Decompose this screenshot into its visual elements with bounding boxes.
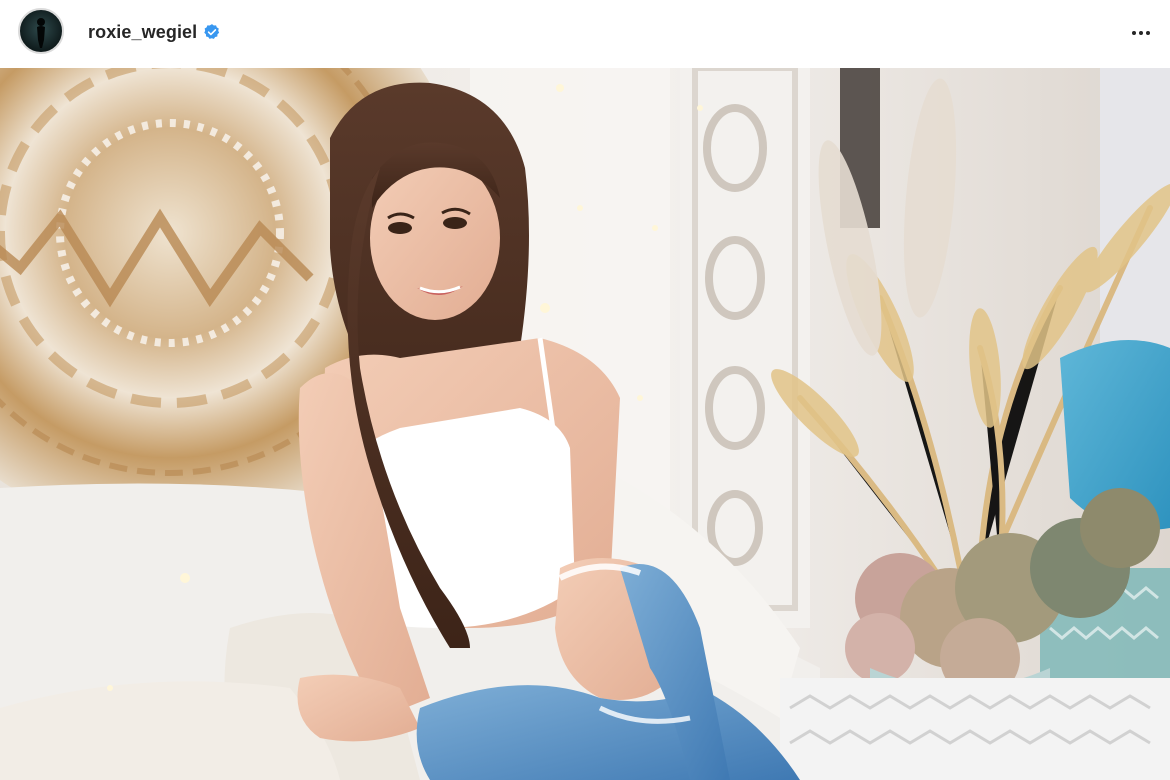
photo-illustration [0,68,1170,780]
post-photo[interactable] [0,68,1170,780]
username-link[interactable]: roxie_wegiel [88,22,197,43]
dot [1139,31,1143,35]
instagram-post: roxie_wegiel [0,0,1170,780]
post-header: roxie_wegiel [0,0,1170,66]
more-options-icon[interactable] [1126,18,1156,48]
profile-avatar[interactable] [18,8,64,54]
username-group: roxie_wegiel [88,20,221,44]
dot [1132,31,1136,35]
avatar-silhouette-icon [37,18,45,48]
dot [1146,31,1150,35]
verified-badge-icon [203,23,221,41]
